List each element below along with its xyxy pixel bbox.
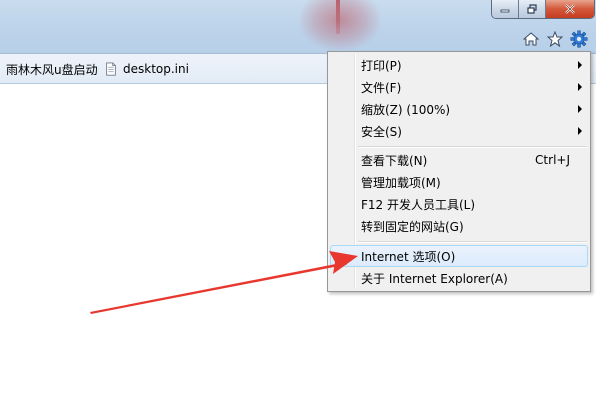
menu-item-safety[interactable]: 安全(S) (330, 120, 588, 142)
tools-button[interactable] (570, 30, 588, 48)
restore-button[interactable] (519, 0, 546, 18)
menu-item-f12-developer-tools[interactable]: F12 开发人员工具(L) (330, 193, 588, 215)
menu-item-label: 管理加载项(M) (361, 175, 441, 190)
window-titlebar (0, 0, 596, 53)
favorite-link-yulinmufeng[interactable]: 雨林木风u盘启动 (0, 60, 98, 78)
favorite-link-label: 雨林木风u盘启动 (6, 62, 98, 77)
menu-item-shortcut: Ctrl+J (535, 153, 570, 167)
submenu-arrow-icon (578, 61, 582, 69)
window-caption-buttons (491, 0, 595, 19)
background-image-detail (336, 0, 340, 34)
menu-item-pinned-sites[interactable]: 转到固定的网站(G) (330, 215, 588, 237)
page-icon (0, 62, 2, 76)
menu-item-manage-addons[interactable]: 管理加载项(M) (330, 171, 588, 193)
menu-item-label: 缩放(Z) (100%) (361, 102, 451, 117)
menu-separator (358, 241, 587, 243)
tools-menu: 打印(P) 文件(F) 缩放(Z) (100%) 安全(S) 查看下载(N) C… (327, 51, 591, 292)
background-image (300, 0, 380, 50)
close-icon (565, 4, 575, 14)
favorite-link-label: desktop.ini (123, 62, 189, 76)
star-icon (547, 31, 563, 47)
submenu-arrow-icon (578, 127, 582, 135)
favorite-link-desktop-ini[interactable]: desktop.ini (104, 60, 189, 78)
minimize-button[interactable] (492, 0, 519, 18)
favorites-button[interactable] (546, 30, 564, 48)
menu-item-view-downloads[interactable]: 查看下载(N) Ctrl+J (330, 149, 588, 171)
menu-separator (358, 146, 587, 148)
file-icon (106, 62, 116, 76)
restore-icon (527, 4, 537, 14)
menu-item-label: 安全(S) (361, 124, 402, 139)
home-icon (523, 32, 539, 46)
close-button[interactable] (546, 0, 594, 18)
home-button[interactable] (522, 30, 540, 48)
menu-item-label: 关于 Internet Explorer(A) (361, 271, 508, 286)
menu-item-file[interactable]: 文件(F) (330, 76, 588, 98)
menu-item-label: F12 开发人员工具(L) (361, 197, 476, 212)
menu-item-zoom[interactable]: 缩放(Z) (100%) (330, 98, 588, 120)
menu-item-label: 转到固定的网站(G) (361, 219, 464, 234)
menu-item-label: 文件(F) (361, 80, 402, 95)
menu-item-label: 查看下载(N) (361, 153, 428, 168)
arrow-shaft (90, 262, 347, 314)
submenu-arrow-icon (578, 105, 582, 113)
menu-item-label: 打印(P) (361, 58, 402, 73)
gear-icon (570, 30, 588, 48)
menu-item-print[interactable]: 打印(P) (330, 54, 588, 76)
minimize-icon (500, 9, 510, 13)
menu-item-label: Internet 选项(O) (361, 249, 456, 264)
submenu-arrow-icon (578, 83, 582, 91)
menu-item-internet-options[interactable]: Internet 选项(O) (330, 245, 588, 267)
menu-item-about-ie[interactable]: 关于 Internet Explorer(A) (330, 267, 588, 289)
